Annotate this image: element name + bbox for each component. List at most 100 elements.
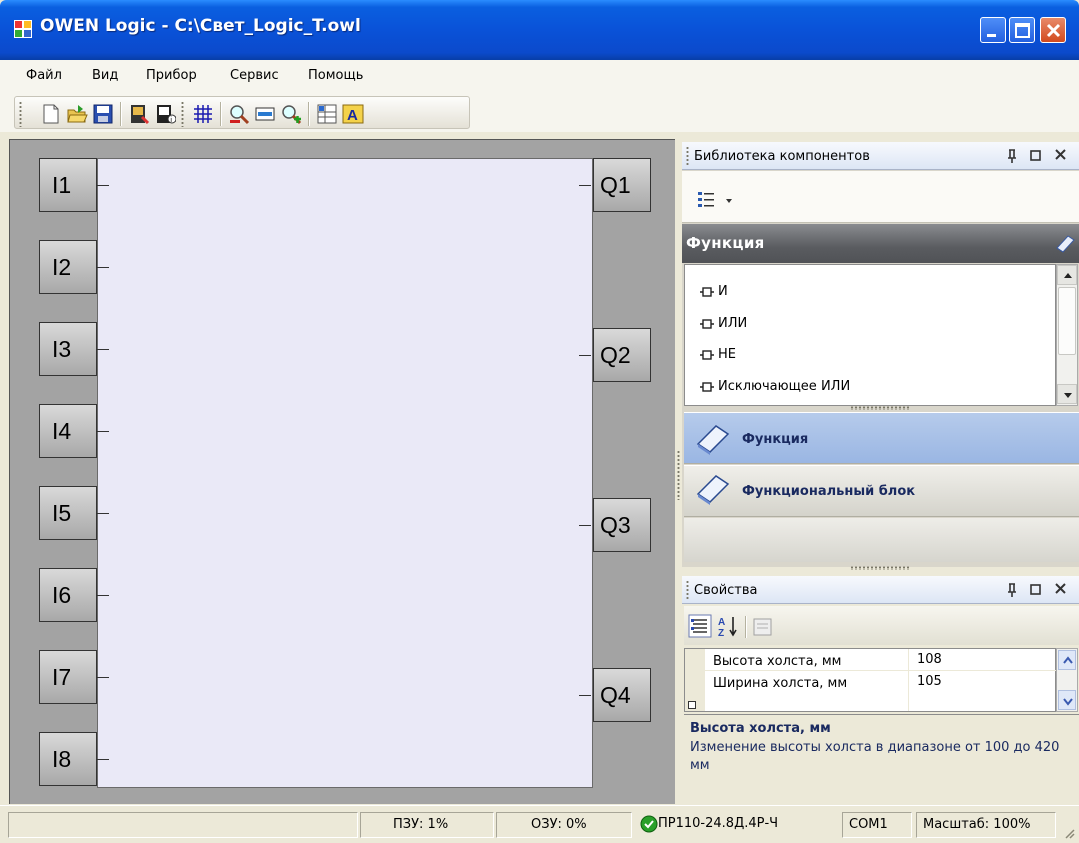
scroll-up-button[interactable] xyxy=(1058,650,1076,670)
vertical-splitter[interactable] xyxy=(677,450,680,500)
output-pin-q4[interactable]: Q4 xyxy=(593,668,651,722)
horizontal-splitter[interactable] xyxy=(850,406,910,410)
fit-page-icon[interactable] xyxy=(254,103,276,125)
input-pin-i2[interactable]: I2 xyxy=(39,240,97,294)
property-value-width[interactable]: 105 xyxy=(917,674,942,689)
input-pin-i6[interactable]: I6 xyxy=(39,568,97,622)
function-item-xor[interactable]: Исключающее ИЛИ xyxy=(700,379,850,394)
toolbar-separator xyxy=(745,616,747,638)
pin-wire xyxy=(579,355,591,356)
pin-wire xyxy=(97,349,109,350)
property-description-text: Изменение высоты холста в диапазоне от 1… xyxy=(690,740,1060,773)
status-device[interactable]: ПР110-24.8Д.4Р-Ч xyxy=(658,812,840,838)
category-overflow-area xyxy=(684,518,1079,562)
list-view-icon xyxy=(698,192,714,207)
close-panel-icon xyxy=(1055,149,1066,160)
pin-wire xyxy=(97,185,109,186)
input-pin-i4[interactable]: I4 xyxy=(39,404,97,458)
library-panel-title: Библиотека компонентов xyxy=(694,149,870,164)
pin-wire xyxy=(97,513,109,514)
close-button[interactable] xyxy=(1040,17,1066,43)
function-item-or[interactable]: ИЛИ xyxy=(700,316,747,331)
pin-label: I2 xyxy=(52,254,72,280)
scroll-thumb[interactable] xyxy=(1058,287,1076,355)
minimize-button[interactable] xyxy=(980,17,1006,43)
output-pin-q3[interactable]: Q3 xyxy=(593,498,651,552)
output-pin-q2[interactable]: Q2 xyxy=(593,328,651,382)
maximize-button[interactable] xyxy=(1009,17,1035,43)
property-pages-icon[interactable] xyxy=(752,616,774,638)
zoom-out-icon[interactable] xyxy=(228,103,250,125)
menu-file[interactable]: Файл xyxy=(26,68,62,83)
pin-icon xyxy=(1008,583,1016,597)
view-mode-dropdown[interactable] xyxy=(697,190,737,210)
arrow-down-icon xyxy=(1064,393,1072,398)
input-pin-i5[interactable]: I5 xyxy=(39,486,97,540)
pin-label: Q2 xyxy=(600,342,631,368)
toolbar-grip[interactable] xyxy=(19,101,22,127)
menu-service[interactable]: Сервис xyxy=(230,68,279,83)
device-info-icon[interactable]: i xyxy=(154,103,176,125)
menu-view[interactable]: Вид xyxy=(92,68,118,83)
function-label: И xyxy=(718,284,728,299)
device-body[interactable] xyxy=(97,158,593,788)
pin-label: Q1 xyxy=(600,172,631,198)
property-value-height[interactable]: 108 xyxy=(917,652,942,667)
status-zoom[interactable]: Масштаб: 100% xyxy=(916,812,1056,838)
menu-device[interactable]: Прибор xyxy=(146,68,197,83)
resize-grip-icon[interactable] xyxy=(1062,826,1076,840)
status-port[interactable]: COM1 xyxy=(842,812,912,838)
close-icon xyxy=(1046,23,1061,38)
close-panel-icon xyxy=(1055,583,1066,594)
property-name: Высота холста, мм xyxy=(713,654,842,669)
minimize-icon xyxy=(987,34,996,37)
property-description-title: Высота холста, мм xyxy=(690,721,831,736)
function-label: НЕ xyxy=(718,347,736,362)
chevron-down-icon xyxy=(726,199,732,203)
zoom-in-icon[interactable] xyxy=(280,103,302,125)
pin-label: I6 xyxy=(52,582,72,608)
toolbar-grip-2[interactable] xyxy=(181,101,184,127)
save-icon[interactable] xyxy=(92,103,114,125)
pin-label: I7 xyxy=(52,664,72,690)
panel-controls xyxy=(1008,149,1066,163)
function-item-not[interactable]: НЕ xyxy=(700,347,736,362)
book-icon xyxy=(1056,235,1075,253)
pin-label: I8 xyxy=(52,746,72,772)
text-label-icon[interactable]: A xyxy=(342,103,364,125)
scroll-down-button[interactable] xyxy=(1058,690,1076,710)
scroll-down-button[interactable] xyxy=(1057,384,1077,404)
collapse-toggle[interactable] xyxy=(688,701,696,709)
input-pin-i3[interactable]: I3 xyxy=(39,322,97,376)
input-pin-i1[interactable]: I1 xyxy=(39,158,97,212)
component-table-icon[interactable] xyxy=(316,103,338,125)
write-device-icon[interactable] xyxy=(128,103,150,125)
book-icon xyxy=(696,425,730,455)
pin-wire xyxy=(579,185,591,186)
library-toolbar xyxy=(682,171,1079,223)
categorized-view-icon[interactable] xyxy=(688,614,712,638)
pin-label: Q4 xyxy=(600,682,631,708)
grid-icon[interactable] xyxy=(192,103,214,125)
open-file-icon[interactable] xyxy=(66,103,88,125)
new-file-icon[interactable] xyxy=(40,103,62,125)
maximize-panel-icon xyxy=(1030,150,1041,161)
arrow-down-icon xyxy=(1063,698,1073,706)
horizontal-splitter-2[interactable] xyxy=(850,566,910,570)
panel-grip[interactable] xyxy=(686,580,689,600)
input-pin-i7[interactable]: I7 xyxy=(39,650,97,704)
pin-wire xyxy=(97,677,109,678)
pin-wire xyxy=(97,759,109,760)
svg-text:Z: Z xyxy=(718,628,724,638)
function-group-title: Функция xyxy=(686,234,765,252)
panel-grip[interactable] xyxy=(686,146,689,166)
function-item-and[interactable]: И xyxy=(700,284,728,299)
menu-help[interactable]: Помощь xyxy=(308,68,363,83)
input-pin-i8[interactable]: I8 xyxy=(39,732,97,786)
sort-alphabetical-icon[interactable]: AZ xyxy=(716,614,740,638)
toolbar-separator-2 xyxy=(220,102,222,126)
output-pin-q1[interactable]: Q1 xyxy=(593,158,651,212)
pin-label: Q3 xyxy=(600,512,631,538)
app-icon xyxy=(14,20,32,38)
scroll-up-button[interactable] xyxy=(1057,265,1077,285)
